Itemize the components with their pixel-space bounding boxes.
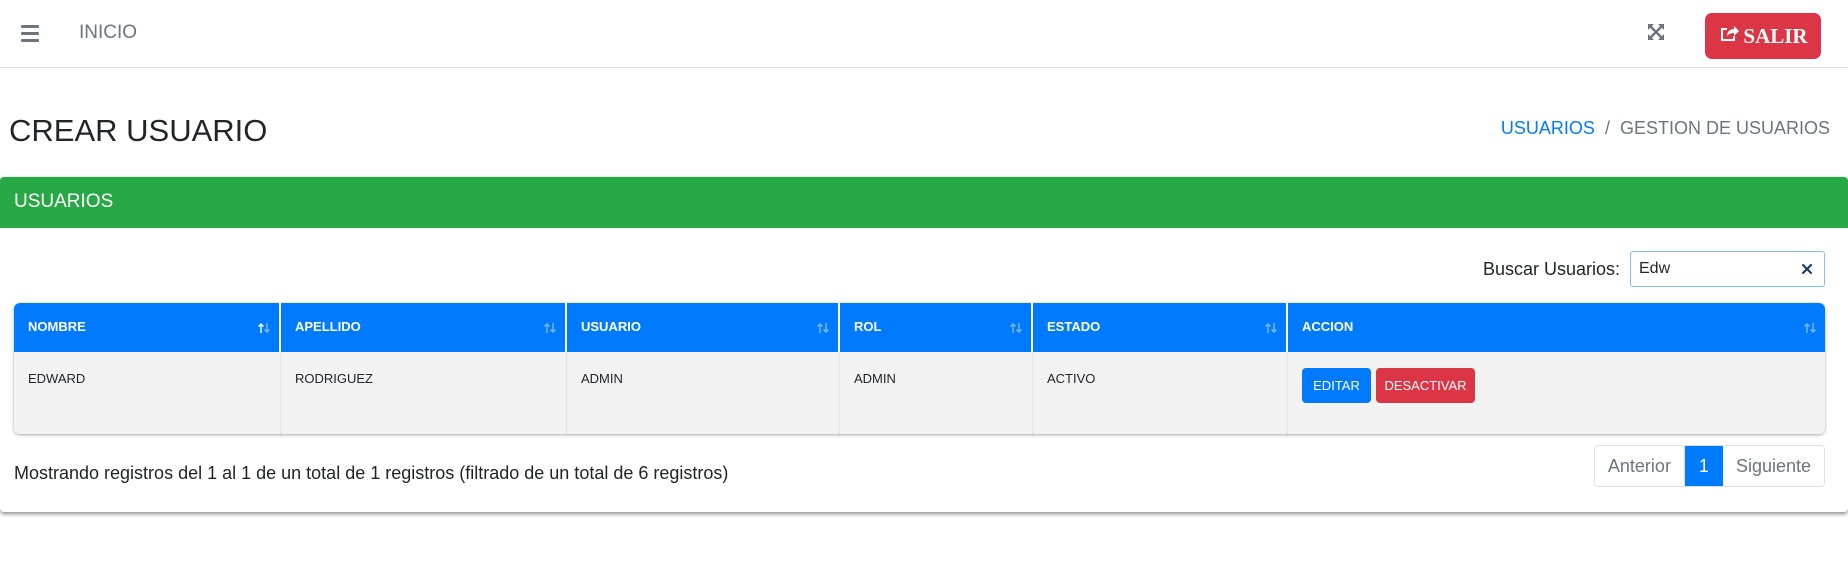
cell-apellido: RODRIGUEZ (281, 352, 567, 434)
pagination-prev[interactable]: Anterior (1594, 446, 1685, 486)
sort-icon (1010, 323, 1022, 333)
cell-accion: EDITAR DESACTIVAR (1288, 352, 1825, 434)
breadcrumb-link-usuarios[interactable]: USUARIOS (1501, 118, 1595, 139)
page-title: CREAR USUARIO (9, 113, 268, 148)
table-header: NOMBRE APELLIDO USUARIO ROL ESTADO ACCIO… (14, 303, 1825, 352)
cell-rol: ADMIN (840, 352, 1033, 434)
pagination: Anterior 1 Siguiente (1593, 445, 1825, 487)
search-label: Buscar Usuarios: (1482, 258, 1620, 279)
nav-link-inicio[interactable]: INICIO (79, 22, 137, 44)
cell-estado: ACTIVO (1033, 352, 1288, 434)
users-card: USUARIOS Buscar Usuarios: NOMBRE (0, 177, 1848, 512)
breadcrumb-separator: / (1604, 118, 1610, 138)
cell-usuario: ADMIN (567, 352, 840, 434)
top-navbar: INICIO SALIR (0, 0, 1848, 68)
logout-button[interactable]: SALIR (1705, 13, 1821, 59)
column-header-apellido[interactable]: APELLIDO (281, 303, 567, 352)
sort-icon (544, 323, 556, 333)
pagination-next[interactable]: Siguiente (1722, 446, 1824, 486)
expand-icon[interactable] (1640, 18, 1672, 48)
search-input[interactable] (1631, 252, 1824, 286)
deactivate-button[interactable]: DESACTIVAR (1376, 368, 1475, 403)
pagination-page-1[interactable]: 1 (1684, 446, 1723, 486)
edit-button[interactable]: EDITAR (1302, 368, 1371, 403)
search-box (1630, 251, 1825, 287)
table-info: Mostrando registros del 1 al 1 de un tot… (14, 463, 729, 483)
clear-icon[interactable] (1799, 261, 1815, 277)
breadcrumb-active: GESTION DE USUARIOS (1619, 118, 1830, 138)
share-square-icon (1718, 23, 1741, 49)
sort-icon (1265, 323, 1277, 333)
hamburger-icon[interactable] (14, 18, 46, 48)
logout-label: SALIR (1743, 23, 1808, 48)
search-row: Buscar Usuarios: (1483, 251, 1825, 287)
column-header-nombre[interactable]: NOMBRE (14, 303, 281, 352)
cell-nombre: EDWARD (14, 352, 281, 434)
sort-icon (1804, 323, 1816, 333)
sort-icon (817, 323, 829, 333)
column-header-usuario[interactable]: USUARIO (567, 303, 840, 352)
table-row: EDWARD RODRIGUEZ ADMIN ADMIN ACTIVO EDIT… (14, 352, 1825, 434)
column-header-accion[interactable]: ACCION (1288, 303, 1825, 352)
sort-asc-icon (258, 323, 270, 333)
users-table: NOMBRE APELLIDO USUARIO ROL ESTADO ACCIO… (14, 303, 1825, 434)
column-header-rol[interactable]: ROL (840, 303, 1033, 352)
card-title: USUARIOS (0, 177, 1848, 228)
column-header-estado[interactable]: ESTADO (1033, 303, 1288, 352)
breadcrumb: USUARIOS / GESTION DE USUARIOS (1501, 118, 1830, 139)
